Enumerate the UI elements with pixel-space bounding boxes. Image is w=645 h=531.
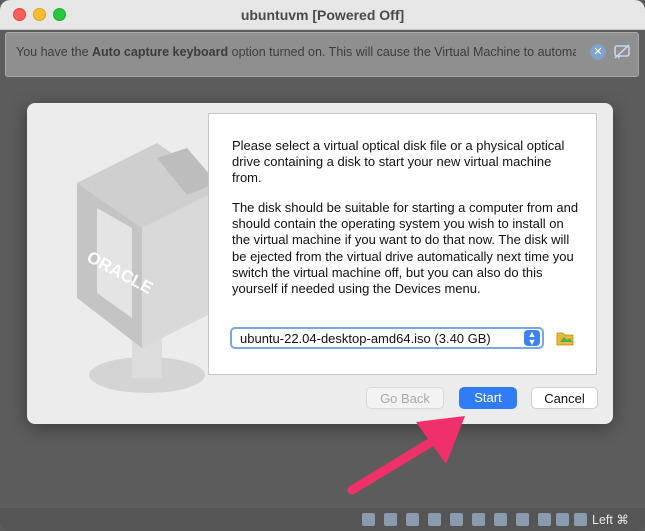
chevron-updown-icon: ▲ ▼ xyxy=(524,330,540,347)
recording-icon[interactable] xyxy=(516,513,529,526)
keyboard-capture-icon[interactable] xyxy=(574,513,587,526)
mute-notification-icon[interactable] xyxy=(613,43,631,61)
description-panel: Please select a virtual optical disk fil… xyxy=(208,113,597,375)
notification-bar: You have the Auto capture keyboard optio… xyxy=(5,32,639,77)
notification-text: You have the Auto capture keyboard optio… xyxy=(16,45,576,59)
display-icon[interactable] xyxy=(494,513,507,526)
cancel-button[interactable]: Cancel xyxy=(531,387,598,409)
host-key-label: Left ⌘ xyxy=(592,513,629,527)
usb-icon[interactable] xyxy=(450,513,463,526)
instruction-text: Please select a virtual optical disk fil… xyxy=(232,138,565,186)
audio-icon[interactable] xyxy=(406,513,419,526)
network-icon[interactable] xyxy=(428,513,441,526)
folder-icon[interactable] xyxy=(556,329,574,347)
selected-disk-value: ubuntu-22.04-desktop-amd64.iso (3.40 GB) xyxy=(240,331,491,346)
optical-disk-select[interactable]: ubuntu-22.04-desktop-amd64.iso (3.40 GB)… xyxy=(230,327,544,349)
window-title: ubuntuvm [Powered Off] xyxy=(240,7,405,23)
annotation-arrow xyxy=(347,416,465,495)
start-virtual-machine-dialog: ORACLE Please select a virtual optical d… xyxy=(27,103,613,424)
status-bar: Left ⌘ xyxy=(0,508,645,531)
shared-folders-icon[interactable] xyxy=(472,513,485,526)
optical-drive-icon[interactable] xyxy=(384,513,397,526)
disk-info-text: The disk should be suitable for starting… xyxy=(232,200,579,297)
title-bar: ubuntuvm [Powered Off] xyxy=(0,0,645,30)
cpu-icon[interactable] xyxy=(538,513,551,526)
hard-disk-icon[interactable] xyxy=(362,513,375,526)
close-circle-icon[interactable]: ✕ xyxy=(590,44,606,60)
vm-window: ubuntuvm [Powered Off] You have the Auto… xyxy=(0,0,645,531)
mouse-integration-icon[interactable] xyxy=(556,513,569,526)
